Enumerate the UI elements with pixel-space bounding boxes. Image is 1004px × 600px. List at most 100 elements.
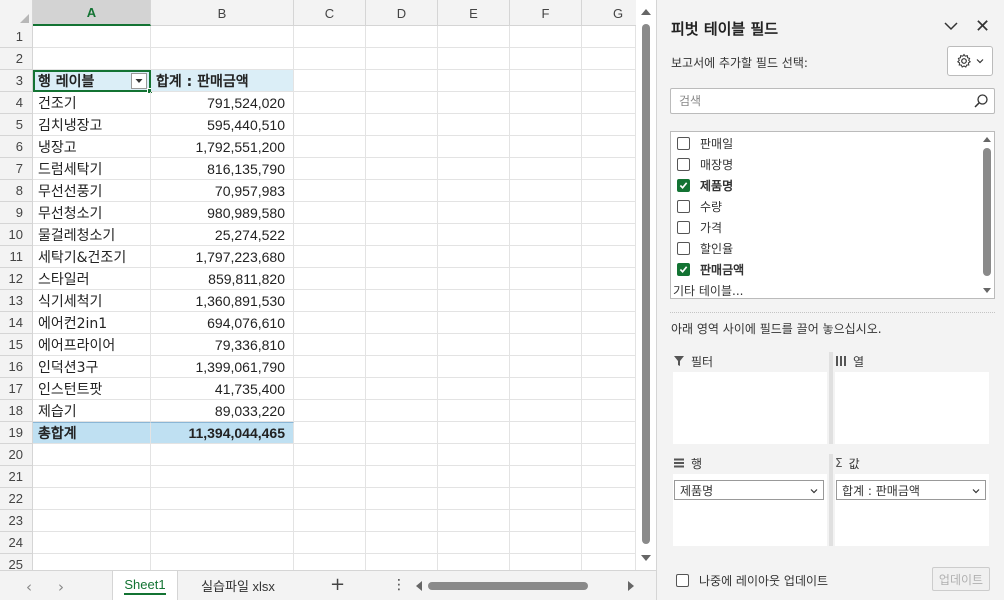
sheet-cell[interactable] [582,136,636,158]
defer-update-checkbox[interactable] [676,574,689,587]
sheet-cell[interactable] [294,532,366,554]
column-header-c[interactable]: C [294,0,366,26]
sheet-cell[interactable] [294,400,366,422]
sheet-cell[interactable] [510,246,582,268]
row-header[interactable]: 15 [0,334,33,356]
sheet-cell[interactable] [510,510,582,532]
sheet-cell[interactable] [510,48,582,70]
field-checkbox[interactable] [677,137,690,150]
sheet-cell[interactable] [294,48,366,70]
sheet-cell[interactable] [438,444,510,466]
sheet-cell[interactable] [294,488,366,510]
sheet-cell[interactable] [366,70,438,92]
values-field-sum-sales[interactable]: 합계 : 판매금액 [836,480,986,500]
sheet-cell[interactable] [582,488,636,510]
row-header[interactable]: 12 [0,268,33,290]
tab-sheet1[interactable]: Sheet1 [112,571,178,600]
pivot-row-value[interactable]: 1,797,223,680 [151,246,294,268]
sheet-cell[interactable] [510,70,582,92]
sheet-cell[interactable] [510,180,582,202]
sheet-cell[interactable] [294,312,366,334]
columns-drop-zone[interactable] [835,372,989,444]
row-header[interactable]: 21 [0,466,33,488]
row-header[interactable]: 13 [0,290,33,312]
sheet-cell[interactable] [33,466,151,488]
row-header[interactable]: 5 [0,114,33,136]
sheet-cell[interactable] [582,510,636,532]
search-icon[interactable] [973,93,989,109]
sheet-cell[interactable] [294,334,366,356]
more-sheets-icon[interactable]: ⋮ [392,577,406,593]
sheet-cell[interactable] [366,180,438,202]
row-header[interactable]: 2 [0,48,33,70]
sheet-cell[interactable] [33,444,151,466]
sheet-cell[interactable] [582,466,636,488]
sheet-cell[interactable] [151,532,294,554]
vertical-scroll-thumb[interactable] [642,24,650,544]
rows-drop-zone[interactable]: 제품명 [673,474,827,546]
rows-field-product-name[interactable]: 제품명 [674,480,824,500]
row-label-filter-icon[interactable] [131,73,147,89]
pivot-row-label[interactable]: 물걸레청소기 [33,224,151,246]
field-checkbox[interactable] [677,263,690,276]
pivot-row-label[interactable]: 무선선풍기 [33,180,151,202]
pivot-row-label[interactable]: 김치냉장고 [33,114,151,136]
sheet-cell[interactable] [294,246,366,268]
sheet-cell[interactable] [582,532,636,554]
sheet-cell[interactable] [294,136,366,158]
sheet-cell[interactable] [366,510,438,532]
sheet-cell[interactable] [438,48,510,70]
pivot-row-label[interactable]: 에어프라이어 [33,334,151,356]
scroll-left-icon[interactable] [416,581,422,591]
column-header-e[interactable]: E [438,0,510,26]
row-header[interactable]: 17 [0,378,33,400]
sheet-cell[interactable] [582,246,636,268]
sheet-cell[interactable] [366,136,438,158]
pivot-row-label[interactable]: 스타일러 [33,268,151,290]
sheet-cell[interactable] [582,202,636,224]
sheet-cell[interactable] [510,290,582,312]
sheet-cell[interactable] [294,510,366,532]
sheet-cell[interactable] [438,26,510,48]
scroll-up-icon[interactable] [983,137,991,142]
sheet-cell[interactable] [438,312,510,334]
field-item[interactable]: 판매일 [677,133,733,154]
pivot-row-value[interactable]: 791,524,020 [151,92,294,114]
sheet-cell[interactable] [366,26,438,48]
sheet-cell[interactable] [510,334,582,356]
column-header-f[interactable]: F [510,0,582,26]
sheet-cell[interactable] [438,334,510,356]
sheet-cell[interactable] [582,554,636,570]
sheet-cell[interactable] [366,202,438,224]
horizontal-scroll-thumb[interactable] [428,582,588,590]
column-header-b[interactable]: B [151,0,294,26]
row-header[interactable]: 1 [0,26,33,48]
sheet-cell[interactable] [438,400,510,422]
sheet-cell[interactable] [33,488,151,510]
sheet-cell[interactable] [366,48,438,70]
scroll-right-icon[interactable] [628,581,634,591]
tab-practice-file[interactable]: 실습파일 xlsx [186,571,290,600]
sheet-cell[interactable] [438,92,510,114]
pivot-value-header[interactable]: 합계 : 판매금액 [151,70,294,92]
sheet-cell[interactable] [151,444,294,466]
field-item[interactable]: 판매금액 [677,259,744,280]
sheet-cell[interactable] [438,114,510,136]
sheet-cell[interactable] [582,180,636,202]
field-checkbox[interactable] [677,221,690,234]
select-all-corner[interactable] [0,0,33,26]
sheet-cell[interactable] [366,488,438,510]
pivot-row-value[interactable]: 694,076,610 [151,312,294,334]
sheet-cell[interactable] [510,26,582,48]
sheet-cell[interactable] [438,488,510,510]
sheet-cell[interactable] [151,48,294,70]
sheet-cell[interactable] [294,224,366,246]
tab-next-icon[interactable]: › [58,578,64,596]
pivot-row-label[interactable]: 제습기 [33,400,151,422]
row-header[interactable]: 8 [0,180,33,202]
pivot-row-label[interactable]: 건조기 [33,92,151,114]
sheet-cell[interactable] [366,400,438,422]
sheet-cell[interactable] [294,114,366,136]
column-header-a[interactable]: A [33,0,151,26]
row-header[interactable]: 14 [0,312,33,334]
